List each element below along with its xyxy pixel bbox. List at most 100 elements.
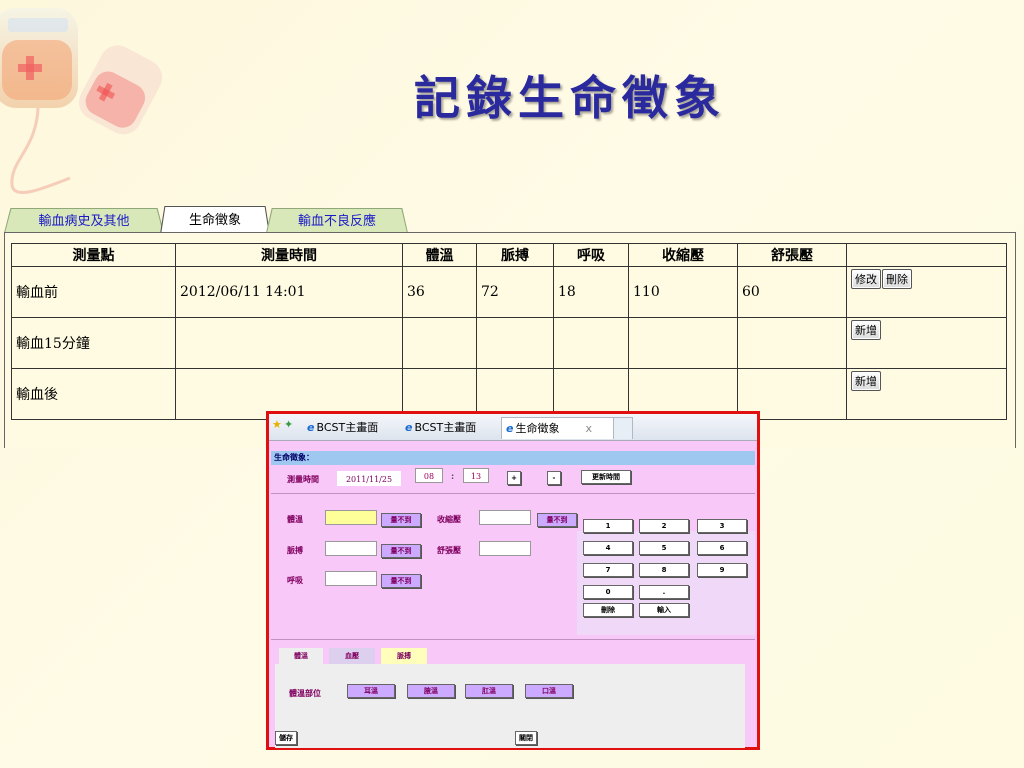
subtab-blood-pressure[interactable]: 血壓	[329, 648, 375, 664]
tab-label: 生命徵象	[161, 207, 269, 234]
ear-temp-button[interactable]: 耳溫	[347, 684, 395, 698]
temp-site-label: 體溫部位	[289, 689, 321, 698]
numpad-key-4[interactable]: 4	[583, 541, 633, 555]
browser-tab[interactable]: e BCST主畫面	[401, 417, 497, 438]
add-button[interactable]: 新增	[851, 320, 881, 340]
numpad-key-2[interactable]: 2	[639, 519, 689, 533]
measure-time-label: 測量時間	[287, 475, 319, 484]
decrement-button[interactable]: -	[547, 471, 561, 485]
header-temp: 體溫	[402, 243, 477, 267]
tab-transfusion-history[interactable]: 輸血病史及其他	[4, 208, 164, 233]
save-button[interactable]: 儲存	[275, 731, 297, 745]
cell-actions: 修改 刪除	[846, 266, 1007, 318]
numpad-key-5[interactable]: 5	[639, 541, 689, 555]
numpad-key-dot[interactable]: .	[639, 585, 689, 599]
record-tabs: 輸血病史及其他 生命徵象 輸血不良反應	[0, 205, 1024, 234]
hour-field[interactable]: 08	[415, 468, 443, 483]
pulse-label: 脈搏	[287, 546, 303, 555]
temp-cannot-measure-button[interactable]: 量不到	[381, 513, 421, 527]
resp-label: 呼吸	[287, 576, 303, 585]
cell-resp	[553, 317, 629, 369]
cell-actions: 新增	[846, 368, 1007, 420]
ie-icon: e	[307, 421, 315, 434]
slide-title: 記錄生命徵象	[414, 71, 726, 125]
numpad-clear-button[interactable]: 刪除	[583, 603, 633, 617]
vital-signs-table: 測量點 測量時間 體溫 脈搏 呼吸 收縮壓 舒張壓 輸血前 2012/06/11…	[11, 243, 1007, 420]
divider	[271, 493, 755, 494]
new-tab-button[interactable]	[613, 417, 633, 439]
cell-temp: 36	[402, 266, 477, 318]
header-systolic: 收縮壓	[628, 243, 738, 267]
numpad-key-8[interactable]: 8	[639, 563, 689, 577]
numpad-key-0[interactable]: 0	[583, 585, 633, 599]
rectal-temp-button[interactable]: 肛溫	[465, 684, 513, 698]
systolic-input[interactable]	[479, 510, 531, 525]
browser-tab-bar: ★ ✦ e BCST主畫面 e BCST主畫面 e 生命徵象 x	[269, 414, 757, 441]
subtab-pulse[interactable]: 脈搏	[381, 648, 427, 664]
browser-tab-label: 生命徵象	[515, 422, 560, 435]
cell-pulse	[476, 317, 554, 369]
tab-label: 輸血病史及其他	[5, 209, 163, 233]
browser-tab[interactable]: e BCST主畫面	[303, 417, 399, 438]
header-time: 測量時間	[175, 243, 403, 267]
systolic-cannot-measure-button[interactable]: 量不到	[537, 513, 577, 527]
increment-button[interactable]: +	[507, 471, 521, 485]
numpad-key-6[interactable]: 6	[697, 541, 747, 555]
temp-label: 體溫	[287, 515, 303, 524]
diastolic-input[interactable]	[479, 541, 531, 556]
browser-tab-label: BCST主畫面	[414, 421, 477, 434]
oral-temp-button[interactable]: 口溫	[525, 684, 573, 698]
numpad-enter-button[interactable]: 輸入	[639, 603, 689, 617]
cell-pulse: 72	[476, 266, 554, 318]
header-resp: 呼吸	[553, 243, 629, 267]
axillary-temp-button[interactable]: 腋溫	[407, 684, 455, 698]
date-field[interactable]: 2011/11/25	[337, 471, 401, 486]
browser-tab-label: BCST主畫面	[316, 421, 379, 434]
edit-button[interactable]: 修改	[851, 269, 881, 289]
numpad-key-1[interactable]: 1	[583, 519, 633, 533]
cell-systolic	[628, 317, 738, 369]
temp-site-panel: 體溫部位 耳溫 腋溫 肛溫 口溫	[275, 664, 745, 748]
section-title: 生命徵象：	[271, 451, 755, 465]
resp-cannot-measure-button[interactable]: 量不到	[381, 574, 421, 588]
diastolic-label: 舒張壓	[437, 546, 461, 555]
table-row: 輸血15分鐘 新增	[11, 317, 1007, 369]
vital-signs-popup: ★ ✦ e BCST主畫面 e BCST主畫面 e 生命徵象 x 生命徵象： 測量時間 …	[266, 411, 760, 750]
cell-temp	[402, 317, 477, 369]
cell-actions: 新增	[846, 317, 1007, 369]
header-pulse: 脈搏	[476, 243, 554, 267]
numpad-key-9[interactable]: 9	[697, 563, 747, 577]
pulse-cannot-measure-button[interactable]: 量不到	[381, 544, 421, 558]
header-diastolic: 舒張壓	[737, 243, 847, 267]
browser-tab-active[interactable]: e 生命徵象 x	[501, 417, 617, 439]
numpad-key-7[interactable]: 7	[583, 563, 633, 577]
temp-input[interactable]	[325, 510, 377, 525]
header-point: 測量點	[11, 243, 176, 267]
cell-time: 2012/06/11 14:01	[175, 266, 403, 318]
systolic-label: 收縮壓	[437, 515, 461, 524]
delete-button[interactable]: 刪除	[882, 269, 912, 289]
resp-input[interactable]	[325, 571, 377, 586]
divider	[271, 639, 755, 640]
update-time-button[interactable]: 更新時間	[581, 470, 631, 484]
close-tab-icon[interactable]: x	[585, 422, 592, 435]
cell-systolic: 110	[628, 266, 738, 318]
add-favorite-icon[interactable]: ✦	[284, 418, 293, 431]
tab-vital-signs[interactable]: 生命徵象	[160, 206, 270, 234]
tab-adverse-reactions[interactable]: 輸血不良反應	[266, 208, 408, 233]
close-button[interactable]: 關閉	[515, 731, 537, 745]
cell-time	[175, 317, 403, 369]
cell-resp: 18	[553, 266, 629, 318]
subtab-temp[interactable]: 體溫	[279, 648, 323, 664]
numpad-key-3[interactable]: 3	[697, 519, 747, 533]
time-colon: :	[451, 472, 455, 481]
add-button[interactable]: 新增	[851, 371, 881, 391]
pulse-input[interactable]	[325, 541, 377, 556]
minute-field[interactable]: 13	[463, 468, 489, 483]
popup-body: 生命徵象： 測量時間 2011/11/25 08 : 13 + - 更新時間 體…	[269, 441, 757, 748]
table-row: 輸血前 2012/06/11 14:01 36 72 18 110 60 修改刪…	[11, 266, 1007, 318]
favorites-star-icon[interactable]: ★	[272, 418, 282, 431]
header-actions	[846, 243, 1007, 267]
table-header-row: 測量點 測量時間 體溫 脈搏 呼吸 收縮壓 舒張壓	[11, 243, 1007, 267]
cell-point: 輸血15分鐘	[11, 317, 176, 369]
